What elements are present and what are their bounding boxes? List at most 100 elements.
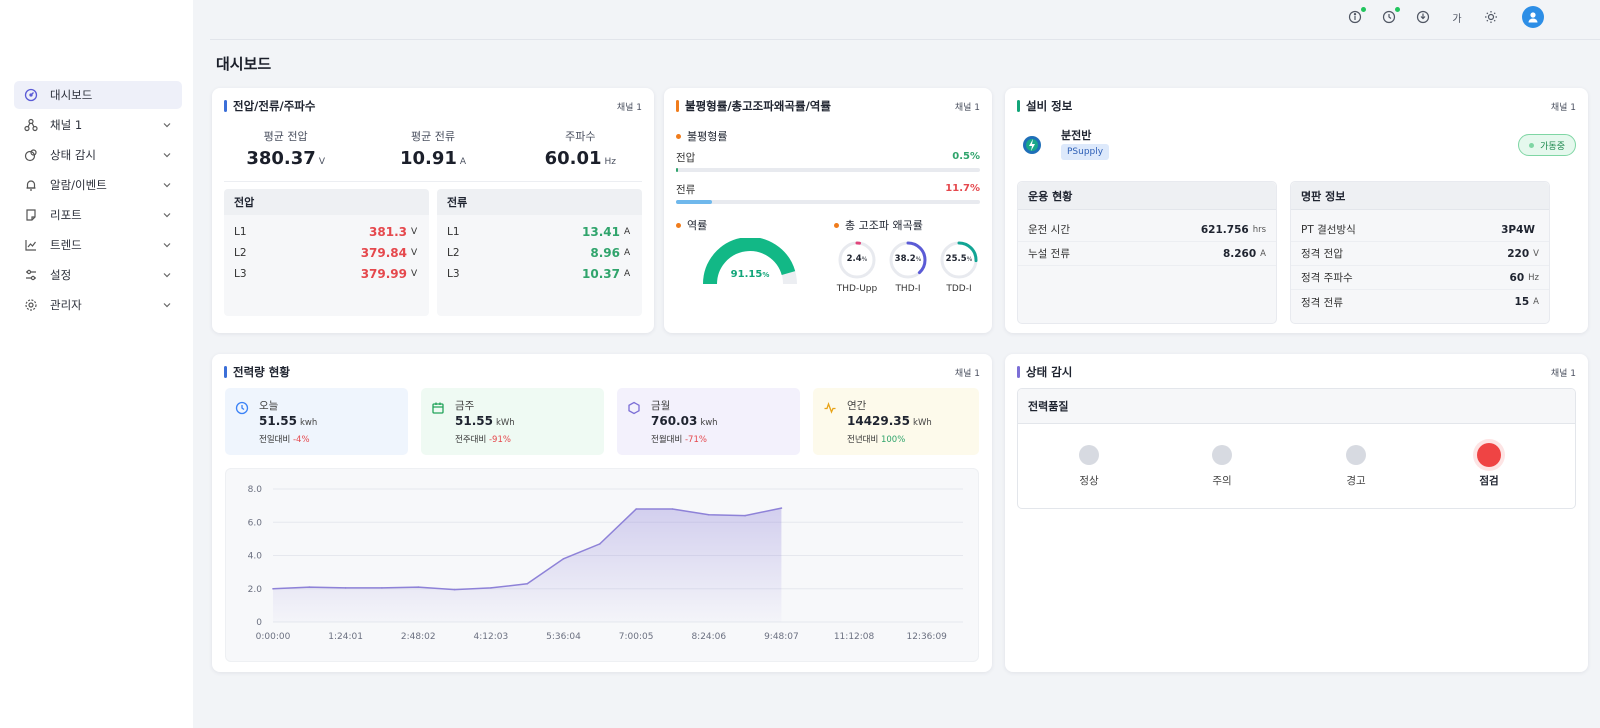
card-header: 상태 감시 채널 1 [1017, 364, 1576, 380]
current-unbalance-row: 전류 11.7% [676, 182, 980, 210]
y-tick-label: 4.0 [248, 552, 263, 562]
data-point [526, 583, 528, 585]
kpi-number: 51.55 [259, 414, 297, 428]
info-icon[interactable] [1346, 7, 1366, 26]
avg-current-value: 10.91 A [359, 148, 506, 169]
card-accent-bar [1017, 100, 1020, 112]
sidebar-item-channel[interactable]: 채널 1 [14, 111, 182, 139]
language-toggle[interactable]: 가 [1448, 8, 1466, 26]
current-unbalance-bar [676, 200, 712, 204]
table-row: L3 10.37 A [437, 263, 642, 284]
sidebar-item-label: 리포트 [50, 208, 82, 222]
sun-icon[interactable] [1482, 8, 1500, 26]
lamp-label: 정상 [1079, 475, 1099, 487]
unit: hrs [1252, 224, 1266, 235]
hexagon-icon [627, 400, 641, 415]
kpi-year: 연간 14429.35 kWh 전년대비 100% [813, 388, 979, 455]
unit: kWh [913, 418, 932, 428]
avg-current-number: 10.91 [399, 148, 457, 169]
data-point [490, 587, 492, 589]
sidebar-item-admin[interactable]: 관리자 [14, 291, 182, 319]
sidebar-item-dashboard[interactable]: 대시보드 [14, 81, 182, 109]
kpi-compare: 전일대비 -4% [259, 433, 310, 445]
value: 621.756 [1200, 223, 1249, 236]
user-avatar-icon[interactable] [1522, 6, 1544, 28]
bell-icon [24, 178, 38, 192]
x-tick-label: 8:24:06 [691, 632, 726, 642]
sidebar-item-alarms[interactable]: 알람/이벤트 [14, 171, 182, 199]
phase: L1 [447, 225, 460, 238]
kpi-compare: 전주대비 -91% [455, 433, 511, 445]
data-point [671, 508, 674, 510]
chevron-down-icon [162, 240, 172, 250]
voltage-current-card: 전압/전류/주파수 채널 1 평균 전압 380.37 V 평균 전류 10.91… [212, 88, 654, 333]
card-accent-bar [224, 366, 227, 378]
number: 25.5 [945, 254, 967, 264]
energy-chart: 8.0 6.0 4.0 2.0 0 0:00:00 1:24:01 2:48:02 4:12:0… [225, 468, 979, 662]
chevron-down-icon [162, 180, 172, 190]
label: 정격 전류 [1301, 296, 1343, 309]
x-tick-label: 9:48:07 [764, 632, 799, 642]
value: 15 [1514, 296, 1530, 308]
frequency-label: 주파수 [565, 130, 596, 143]
unit: A [1260, 248, 1266, 259]
phase: L3 [447, 267, 460, 280]
voltage-table-header: 전압 [224, 189, 429, 215]
card-accent-bar [224, 100, 227, 112]
avg-voltage: 평균 전압 380.37 V [212, 128, 359, 169]
sidebar-item-label: 설정 [50, 268, 72, 282]
x-tick-label: 5:36:04 [546, 632, 581, 642]
label: 운전 시간 [1028, 224, 1070, 236]
unit: Hz [604, 157, 617, 167]
lamp-label: 경고 [1346, 475, 1366, 487]
activity-icon [823, 400, 837, 414]
sidebar-item-label: 상태 감시 [50, 148, 96, 162]
operation-panel: 운용 현황 운전 시간 621.756 hrs 누설 전류 8.260 A [1017, 181, 1277, 324]
channel-label: 채널 1 [954, 368, 980, 379]
unit: V [411, 268, 418, 279]
download-icon[interactable] [1414, 8, 1432, 26]
value: 220 [1507, 247, 1530, 260]
value: 13.41 [582, 224, 620, 239]
bullet [834, 222, 839, 228]
kpi-value: 14429.35 kWh [847, 414, 932, 428]
sidebar-item-reports[interactable]: 리포트 [14, 201, 182, 229]
kpi-label: 오늘 [259, 400, 279, 412]
table-row: L2 8.96 A [437, 242, 642, 263]
avg-voltage-label: 평균 전압 [263, 130, 308, 143]
kpi-label: 금주 [455, 400, 475, 412]
label: 전류 [676, 184, 696, 196]
lamp-indicator-active [1477, 443, 1501, 467]
data-point [780, 507, 783, 509]
compare-label: 전주대비 [455, 435, 487, 445]
dashboard-icon [24, 88, 38, 102]
power-quality-header: 전력품질 [1018, 389, 1575, 424]
sidebar-item-status-monitor[interactable]: 상태 감시 [14, 141, 182, 169]
nameplate-panel: 명판 정보 PT 결선방식 3P4W 정격 전압 220 V 정격 주파수 60 Hz 정… [1290, 181, 1550, 324]
bullet [676, 133, 681, 139]
card-accent-bar [1017, 366, 1020, 378]
sidebar-item-label: 대시보드 [50, 88, 93, 102]
equipment-tag: PSupply [1061, 144, 1110, 160]
avg-voltage-number: 380.37 [246, 148, 316, 169]
value: 8.96 [590, 245, 620, 260]
table-row: L3 379.99 V [224, 263, 429, 284]
monitor-icon [24, 148, 38, 162]
chevron-down-icon [162, 300, 172, 310]
lamp-indicator [1346, 445, 1366, 465]
sidebar-item-label: 채널 1 [50, 118, 83, 132]
phase: L3 [234, 267, 247, 280]
lamp-indicator [1079, 445, 1099, 465]
nameplate-header: 명판 정보 [1291, 182, 1549, 210]
sidebar-item-settings[interactable]: 설정 [14, 261, 182, 289]
data-point [453, 588, 456, 591]
clock-icon [235, 400, 249, 415]
number: 2.4 [846, 254, 862, 264]
lamp-indicator [1212, 445, 1232, 465]
sidebar-item-trends[interactable]: 트렌드 [14, 231, 182, 259]
table-row: 운전 시간 621.756 hrs [1018, 218, 1276, 242]
phase: L2 [234, 246, 247, 259]
unit: A [459, 157, 467, 167]
kpi-number: 14429.35 [847, 414, 911, 428]
clock-icon[interactable] [1380, 7, 1400, 26]
